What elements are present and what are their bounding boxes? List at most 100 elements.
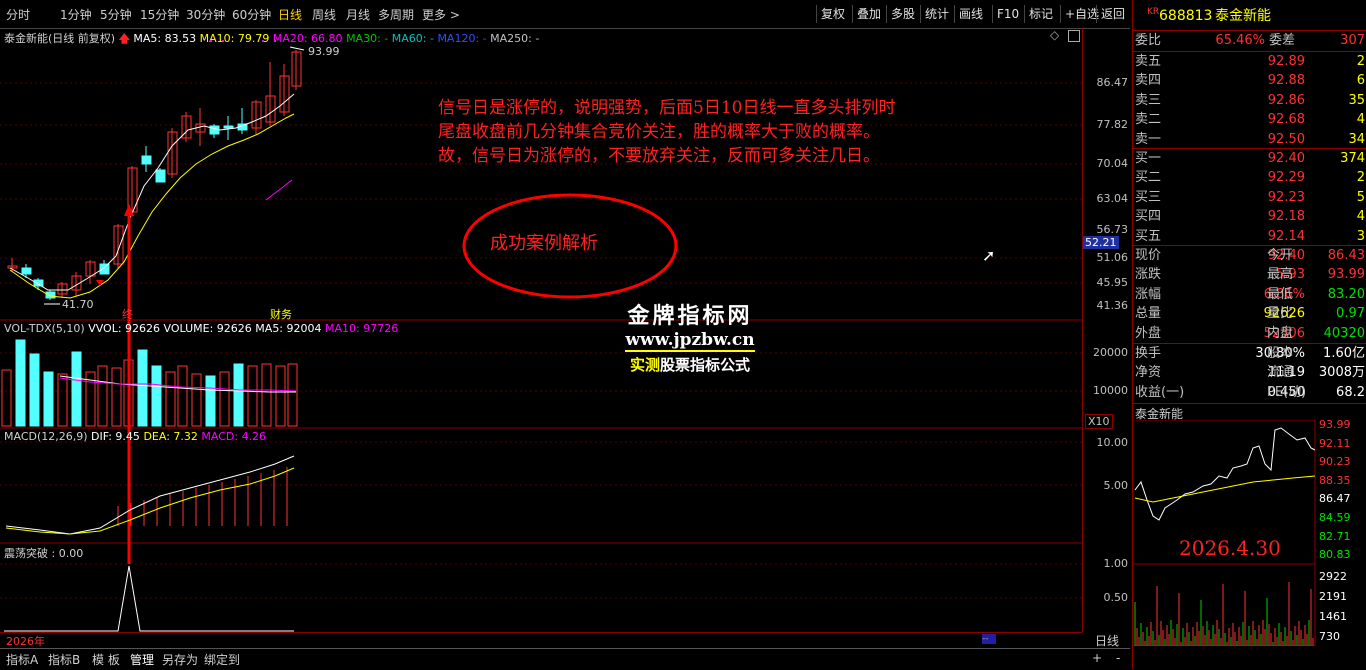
period-tab-monthly[interactable]: 月线 [346, 6, 370, 23]
period-tab-60min[interactable]: 60分钟 [232, 6, 271, 23]
macd-dif-value: DIF: 9.45 [91, 430, 140, 443]
shake-tick: 0.50 [1103, 591, 1129, 604]
zoom-out-icon[interactable]: - [1116, 651, 1120, 665]
mark-button[interactable]: 标记 [1024, 5, 1057, 23]
multi-stock-button[interactable]: 多股 [886, 5, 919, 23]
stat-row: 现价 92.40 今开 86.43 [1133, 246, 1366, 266]
tab-indicator-a[interactable]: 指标A [6, 651, 38, 668]
vol-indicator-name[interactable]: VOL-TDX(5,10) [4, 322, 85, 335]
period-tab-5min[interactable]: 5分钟 [100, 6, 132, 23]
annotation-line-2: 尾盘收盘前几分钟集合竞价关注，胜的概率大于败的概率。 [438, 122, 880, 142]
bid-row[interactable]: 买三 92.23 5 [1133, 188, 1366, 208]
volume-bar [57, 373, 68, 427]
period-tab-fenshi[interactable]: 分时 [6, 6, 30, 23]
volume-bar [1, 369, 12, 427]
bid-price: 92.40 [1267, 151, 1305, 166]
macd-dea-value: DEA: 7.32 [143, 430, 198, 443]
candlestick [209, 124, 220, 138]
bid-row[interactable]: 买四 92.18 4 [1133, 207, 1366, 227]
vol-ma5-value: MA5: 92004 [255, 322, 322, 335]
period-tab-multi[interactable]: 多周期 [378, 6, 414, 23]
bid-price: 92.14 [1267, 228, 1305, 244]
price-annot-line [265, 179, 293, 201]
volume-bar [165, 371, 176, 427]
zoom-in-icon[interactable]: + [1092, 651, 1102, 665]
bid-volume: 3 [1356, 228, 1365, 244]
volume-bar [137, 349, 148, 427]
volume-bar [111, 367, 122, 427]
macd-tick: 10.00 [1096, 436, 1129, 449]
volume-value: VOLUME: 92626 [163, 322, 252, 335]
macd-bars [117, 467, 288, 526]
fundamental-label: 收益(一) [1135, 384, 1185, 400]
draw-line-button[interactable]: 画线 [954, 5, 987, 23]
volume-tick: 20000 [1093, 346, 1128, 359]
volume-bar [205, 375, 216, 427]
watermark: 金牌指标网 www.jpzbw.cn 实测股票指标公式 [590, 298, 790, 375]
marker-dot [210, 40, 212, 42]
bid-row[interactable]: 买五 92.14 3 [1133, 227, 1366, 247]
tab-template[interactable]: 模 板 [92, 651, 120, 668]
ask-row[interactable]: 卖五 92.89 2 [1133, 52, 1366, 72]
volume-bar [15, 339, 26, 427]
mini-price-tick: 93.99 [1319, 418, 1351, 431]
stat-label: 最低 [1267, 286, 1294, 302]
stat-label: 量比 [1267, 306, 1294, 322]
price-tick: 51.06 [1096, 251, 1129, 264]
tab-save-as[interactable]: 另存为 [162, 651, 198, 668]
fuquan-button[interactable]: 复权 [816, 5, 849, 23]
mini-price-tick: 86.47 [1319, 492, 1351, 506]
tab-manage[interactable]: 管理 [130, 651, 154, 668]
period-tab-daily[interactable]: 日线 [278, 6, 302, 23]
fundamental-label: 股本 [1267, 346, 1294, 361]
ask-price: 92.88 [1267, 73, 1305, 89]
watermark-title: 金牌指标网 [627, 303, 753, 329]
statistics-button[interactable]: 统计 [920, 5, 953, 23]
ask-row[interactable]: 卖三 92.86 35 [1133, 91, 1366, 111]
price-tick: 45.95 [1096, 276, 1129, 289]
volume-bar [151, 365, 162, 427]
period-tab-weekly[interactable]: 周线 [312, 6, 336, 23]
volume-bar [71, 351, 82, 427]
price-tick: 86.47 [1096, 76, 1129, 89]
event-marker[interactable]: 终 [122, 306, 133, 322]
bid-label: 买一 [1135, 151, 1162, 166]
ask-row[interactable]: 卖二 92.68 4 [1133, 110, 1366, 130]
stat-value: 93.99 [1327, 267, 1365, 283]
period-tab-1min[interactable]: 1分钟 [60, 6, 92, 23]
back-button[interactable]: 返回 [1096, 5, 1129, 23]
ask-row[interactable]: 卖一 92.50 34 [1133, 130, 1366, 150]
period-tab-more[interactable]: 更多 > [422, 6, 460, 23]
bid-label: 买三 [1135, 189, 1162, 205]
mini-price-tick: 82.71 [1319, 529, 1351, 543]
volume-unit: X10 [1085, 414, 1113, 429]
shake-header[interactable]: 震荡突破 : 0.00 [4, 545, 83, 561]
bid-row[interactable]: 买二 92.29 2 [1133, 168, 1366, 188]
weibi-value: 65.46% [1215, 33, 1265, 48]
ask-price: 92.50 [1267, 131, 1305, 147]
period-tab-30min[interactable]: 30分钟 [186, 6, 225, 23]
fundamental-row: 收益(一) 0.450 PE(动) 68.2 [1133, 383, 1366, 403]
stat-label: 今开 [1267, 248, 1294, 263]
price-axis: 86.47 77.82 70.04 63.04 56.73 52.21 51.0… [1082, 28, 1132, 632]
candlestick [291, 50, 302, 90]
volume-bar [233, 363, 244, 427]
candlestick [113, 224, 124, 268]
price-tick: 41.36 [1096, 299, 1129, 312]
fundamental-value: 3008万 [1318, 365, 1365, 381]
bid-row[interactable]: 买一 92.40 374 [1133, 149, 1366, 169]
tab-indicator-b[interactable]: 指标B [48, 651, 80, 668]
scroll-thumb[interactable]: -- [982, 634, 996, 644]
low-price-label: 41.70 [62, 298, 94, 311]
fundamental-label: PE(动) [1267, 384, 1307, 400]
overlay-button[interactable]: 叠加 [852, 5, 885, 23]
bid-volume: 2 [1356, 170, 1365, 186]
ask-volume: 34 [1348, 131, 1365, 147]
f10-button[interactable]: F10 [992, 5, 1023, 23]
tab-bind-to[interactable]: 绑定到 [204, 651, 240, 668]
ma10-line [9, 113, 295, 299]
macd-indicator-name[interactable]: MACD(12,26,9) [4, 430, 88, 443]
ask-row[interactable]: 卖四 92.88 6 [1133, 71, 1366, 91]
period-tab-15min[interactable]: 15分钟 [140, 6, 179, 23]
finance-marker[interactable]: 财务 [270, 306, 292, 322]
